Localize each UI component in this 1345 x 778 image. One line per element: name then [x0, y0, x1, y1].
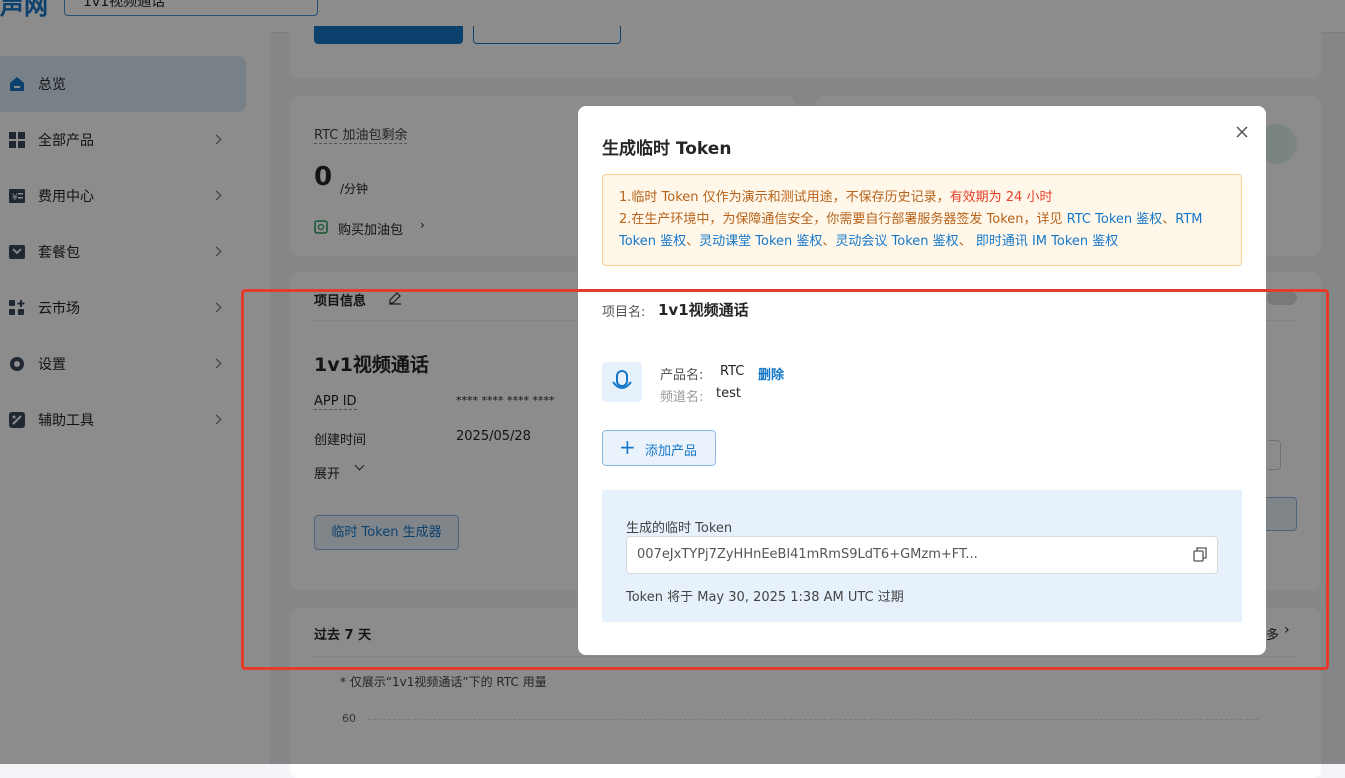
product-icon-box — [602, 362, 642, 402]
add-product-label: 添加产品 — [645, 444, 698, 459]
separator: 、 — [822, 234, 836, 249]
token-panel: 生成的临时 Token 007eJxTYPj7ZyHHnEeBl41mRmS9L… — [602, 490, 1242, 622]
token-field[interactable]: 007eJxTYPj7ZyHHnEeBl41mRmS9LdT6+GMzm+FT.… — [626, 536, 1218, 574]
classroom-token-doc-link[interactable]: 灵动课堂 Token 鉴权 — [699, 234, 822, 249]
alert-text: 1.临时 Token 仅作为演示和测试用途，不保存历史记录， — [619, 190, 950, 205]
token-modal: 生成临时 Token 1.临时 Token 仅作为演示和测试用途，不保存历史记录… — [578, 106, 1266, 655]
im-token-doc-link[interactable]: 即时通讯 IM Token 鉴权 — [976, 234, 1118, 249]
separator: 、 — [686, 234, 700, 249]
alert-highlight: 有效期为 24 小时 — [949, 190, 1053, 205]
separator: 、 — [958, 234, 972, 249]
warning-alert: 1.临时 Token 仅作为演示和测试用途，不保存历史记录，有效期为 24 小时… — [602, 174, 1242, 266]
channel-name-label: 频道名: — [660, 390, 704, 405]
alert-line-1: 1.临时 Token 仅作为演示和测试用途，不保存历史记录，有效期为 24 小时 — [619, 187, 1225, 209]
add-product-button[interactable]: + 添加产品 — [602, 430, 716, 466]
microphone-icon — [612, 370, 632, 389]
plus-icon: + — [619, 435, 636, 459]
product-name-value: RTC — [720, 364, 745, 379]
copy-icon[interactable] — [1193, 547, 1207, 562]
delete-product-link[interactable]: 删除 — [758, 364, 784, 383]
separator: 、 — [1162, 212, 1176, 227]
token-expiry: Token 将于 May 30, 2025 1:38 AM UTC 过期 — [626, 590, 904, 605]
project-name-value: 1v1视频通话 — [658, 301, 749, 319]
meeting-token-doc-link[interactable]: 灵动会议 Token 鉴权 — [835, 234, 958, 249]
rtc-token-doc-link[interactable]: RTC Token 鉴权 — [1067, 212, 1163, 227]
token-value: 007eJxTYPj7ZyHHnEeBl41mRmS9LdT6+GMzm+FT.… — [637, 547, 978, 562]
token-label: 生成的临时 Token — [626, 521, 733, 536]
modal-title: 生成临时 Token — [602, 139, 732, 159]
channel-name-value: test — [716, 386, 741, 401]
project-name-label: 项目名: — [602, 305, 646, 320]
alert-text: 2.在生产环境中，为保障通信安全，你需要自行部署服务器签发 Token，详见 — [619, 212, 1067, 227]
product-name-label: 产品名: — [660, 368, 704, 383]
alert-line-2: 2.在生产环境中，为保障通信安全，你需要自行部署服务器签发 Token，详见 R… — [619, 209, 1225, 253]
close-icon[interactable] — [1234, 124, 1250, 140]
